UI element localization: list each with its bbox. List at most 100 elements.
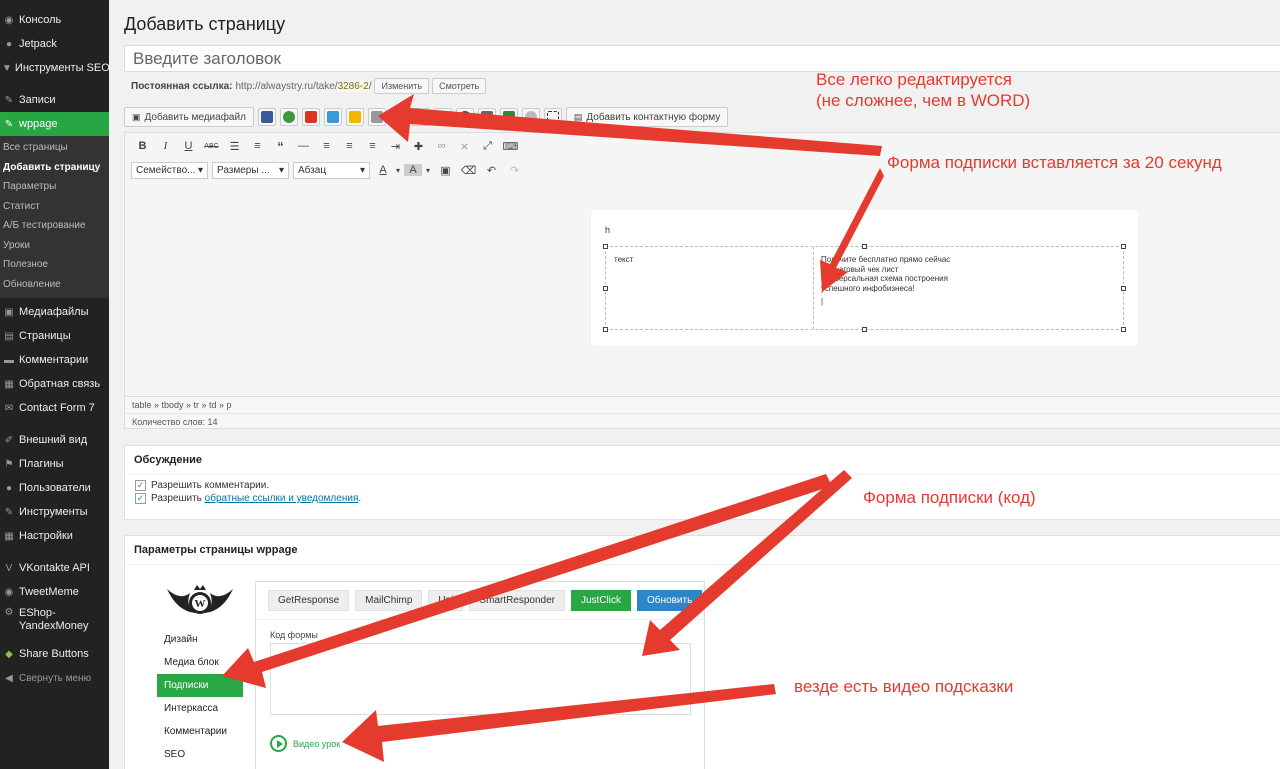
menu-tweetmeme[interactable]: ◉ TweetMeme	[0, 580, 109, 604]
misc-icon[interactable]	[367, 108, 386, 126]
misc-icon[interactable]	[389, 108, 408, 126]
menu-users[interactable]: ● Пользователи	[0, 476, 109, 500]
paragraph-select[interactable]: Абзац ▾	[293, 161, 370, 179]
background-color-icon[interactable]: A	[404, 164, 422, 176]
box-icon[interactable]	[411, 108, 430, 126]
service-mailchimp[interactable]: MailChimp	[355, 590, 423, 611]
facebook-icon[interactable]	[257, 108, 276, 126]
resize-handle[interactable]	[603, 286, 608, 291]
submenu-stats[interactable]: Статист	[0, 197, 109, 217]
submenu-lessons[interactable]: Уроки	[0, 236, 109, 256]
resize-handle[interactable]	[1121, 286, 1126, 291]
more-icon[interactable]: ✚	[407, 140, 430, 153]
update-button[interactable]: Обновить	[637, 590, 703, 611]
allow-comments-checkbox[interactable]: ✓	[135, 480, 146, 491]
paste-icon[interactable]: ▣	[434, 164, 457, 177]
fullscreen-icon[interactable]: ⤢	[476, 140, 499, 153]
menu-vk-api[interactable]: V VKontakte API	[0, 556, 109, 580]
menu-feedback[interactable]: ▦ Обратная связь	[0, 372, 109, 396]
menu-pages[interactable]: ▤ Страницы	[0, 324, 109, 348]
tab-media-block[interactable]: Медиа блок	[157, 651, 243, 674]
text-color-icon[interactable]: A	[374, 164, 392, 176]
submenu-ab-testing[interactable]: А/Б тестирование	[0, 216, 109, 236]
add-contact-form-button[interactable]: ▤ Добавить контактную форму	[565, 107, 729, 127]
record-icon[interactable]	[433, 108, 452, 126]
menu-console[interactable]: ◉ Консоль	[0, 8, 109, 32]
download-icon[interactable]	[477, 108, 496, 126]
submenu-all-pages[interactable]: Все страницы	[0, 138, 109, 158]
bullet-list-icon[interactable]: ☰	[223, 140, 246, 153]
tab-comments[interactable]: Комментарии	[157, 720, 243, 743]
menu-posts[interactable]: ✎ Записи	[0, 88, 109, 112]
unlink-icon[interactable]: ⨯	[453, 140, 476, 153]
resize-handle[interactable]	[862, 327, 867, 332]
keyboard-icon[interactable]: ⌨	[499, 140, 522, 153]
editor-content[interactable]: h текст Получите бесплатно прямо сейчас …	[591, 210, 1138, 346]
menu-plugins[interactable]: ⚑ Плагины	[0, 452, 109, 476]
submenu-update[interactable]: Обновление	[0, 275, 109, 295]
resize-handle[interactable]	[603, 327, 608, 332]
submenu-useful[interactable]: Полезное	[0, 255, 109, 275]
undo-icon[interactable]: ↶	[480, 164, 503, 177]
chevron-down-icon[interactable]: ▾	[422, 166, 434, 175]
title-input[interactable]: Введите заголовок	[124, 45, 1280, 72]
table-cell-text[interactable]: текст	[606, 247, 814, 329]
menu-wppage[interactable]: ✎ wppage	[0, 112, 109, 136]
service-smartresponder[interactable]: SmartResponder	[469, 590, 565, 611]
clock-icon[interactable]	[521, 108, 540, 126]
chevron-down-icon[interactable]: ▾	[392, 166, 404, 175]
permalink-slug[interactable]: 3286-2	[337, 80, 369, 92]
timer-icon[interactable]	[455, 108, 474, 126]
menu-media[interactable]: ▣ Медиафайлы	[0, 300, 109, 324]
submenu-params[interactable]: Параметры	[0, 177, 109, 197]
numbered-list-icon[interactable]: ≡	[246, 140, 269, 152]
resize-handle[interactable]	[862, 244, 867, 249]
tab-seo[interactable]: SEO	[157, 743, 243, 766]
menu-share-buttons[interactable]: ◆ Share Buttons	[0, 642, 109, 666]
form-code-textarea[interactable]	[270, 643, 691, 715]
video-lesson-link[interactable]: Видео урок	[256, 715, 704, 769]
service-getresponse[interactable]: GetResponse	[268, 590, 350, 611]
menu-appearance[interactable]: ✐ Внешний вид	[0, 428, 109, 452]
menu-contact-form[interactable]: ✉ Contact Form 7	[0, 396, 109, 420]
align-right-icon[interactable]: ≡	[361, 140, 384, 152]
menu-seo[interactable]: ▼ Инструменты SEO	[0, 56, 109, 80]
form-icon[interactable]	[499, 108, 518, 126]
service-justclick[interactable]: JustClick	[571, 590, 632, 611]
menu-collapse[interactable]: ◀ Свернуть меню	[0, 666, 109, 690]
tab-interkassa[interactable]: Интеркасса	[157, 697, 243, 720]
resize-handle[interactable]	[603, 244, 608, 249]
add-media-button[interactable]: ▣ Добавить медиафайл	[124, 107, 254, 127]
menu-eshop[interactable]: ⚙ EShop-YandexMoney	[0, 604, 109, 642]
align-center-icon[interactable]: ≡	[338, 140, 361, 152]
dotted-box-icon[interactable]	[543, 108, 562, 126]
menu-jetpack[interactable]: ● Jetpack	[0, 32, 109, 56]
youtube-icon[interactable]	[301, 108, 320, 126]
resize-handle[interactable]	[1121, 244, 1126, 249]
pings-link[interactable]: обратные ссылки и уведомления	[205, 493, 359, 504]
link-icon[interactable]: ∞	[430, 140, 453, 152]
horizontal-rule-icon[interactable]: —	[292, 140, 315, 152]
service-unisender[interactable]: Uni	[428, 590, 464, 611]
menu-tools[interactable]: ✎ Инструменты	[0, 500, 109, 524]
permalink-edit-button[interactable]: Изменить	[374, 78, 430, 94]
strikethrough-icon[interactable]: ABC	[200, 143, 223, 150]
underline-icon[interactable]: U	[177, 140, 200, 152]
permalink-view-button[interactable]: Смотреть	[432, 78, 487, 94]
align-left-icon[interactable]: ≡	[315, 140, 338, 152]
submenu-add-page[interactable]: Добавить страницу	[0, 158, 109, 178]
tab-design[interactable]: Дизайн	[157, 628, 243, 651]
table-cell-form[interactable]: Получите бесплатно прямо сейчас 10-шагов…	[820, 247, 951, 315]
content-table[interactable]: текст Получите бесплатно прямо сейчас 10…	[605, 246, 1124, 330]
play-green-icon[interactable]	[279, 108, 298, 126]
font-family-select[interactable]: Семейство... ▾	[131, 161, 208, 179]
font-size-select[interactable]: Размеры ... ▾	[212, 161, 289, 179]
allow-pings-checkbox[interactable]: ✓	[135, 493, 146, 504]
resize-handle[interactable]	[1121, 327, 1126, 332]
italic-icon[interactable]: I	[154, 140, 177, 152]
menu-settings[interactable]: ▦ Настройки	[0, 524, 109, 548]
indent-icon[interactable]: ⇥	[384, 140, 407, 153]
gallery-icon[interactable]	[323, 108, 342, 126]
blockquote-icon[interactable]: “	[269, 139, 292, 154]
redo-icon[interactable]: ↷	[503, 164, 526, 177]
